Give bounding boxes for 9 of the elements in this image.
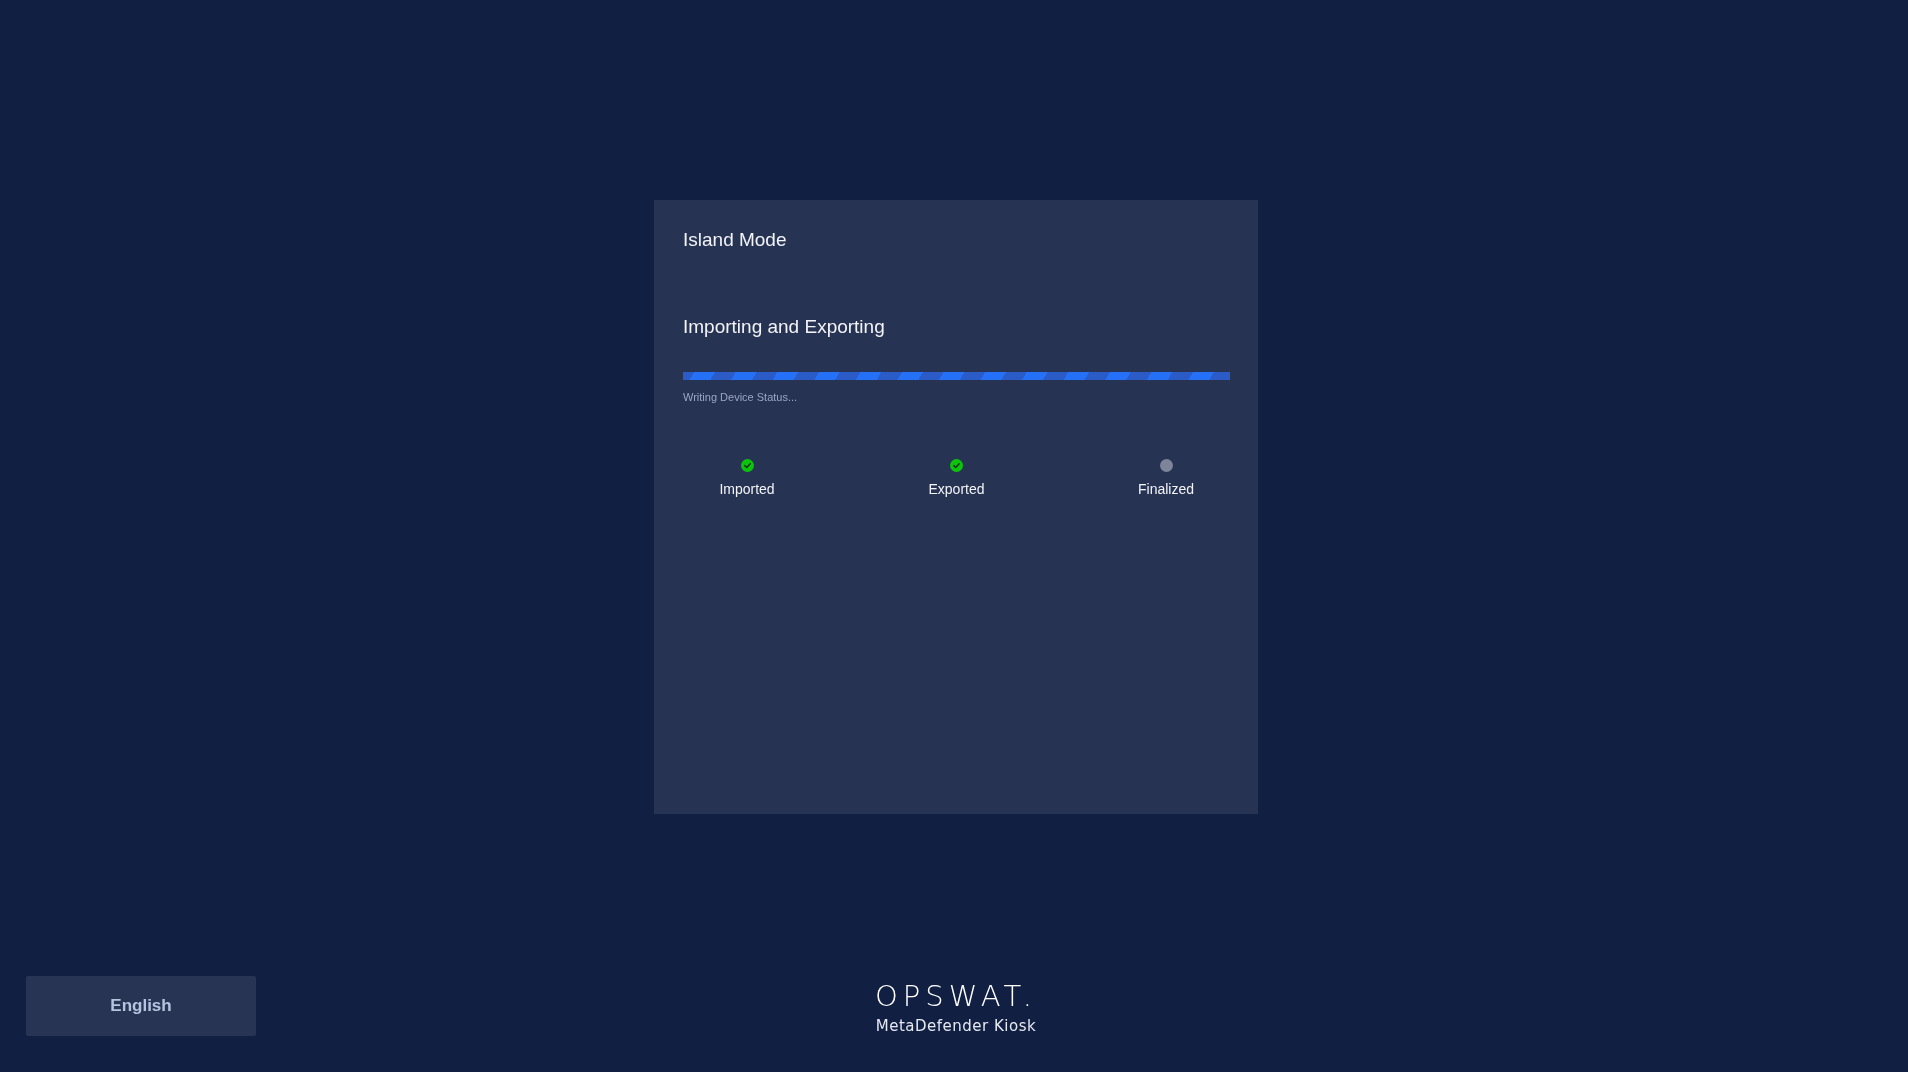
product-name: MetaDefender Kiosk	[875, 1016, 1037, 1036]
brand-logo: OPSWAT.	[875, 980, 1037, 1012]
language-button[interactable]: English	[26, 976, 256, 1036]
section-heading: Importing and Exporting	[683, 315, 885, 339]
step-label: Exported	[928, 481, 985, 498]
card-title: Island Mode	[683, 228, 787, 252]
step-label: Finalized	[1138, 481, 1194, 498]
step-label: Imported	[719, 481, 775, 498]
status-text: Writing Device Status...	[683, 390, 798, 404]
